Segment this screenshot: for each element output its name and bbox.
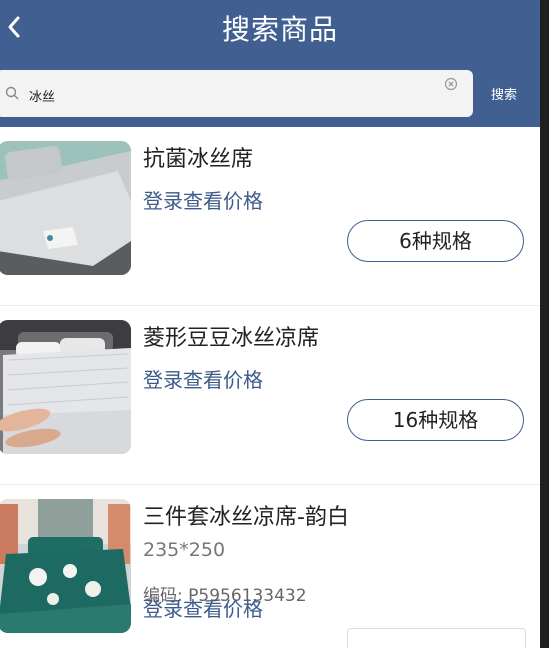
screen-edge bbox=[540, 0, 549, 648]
search-button[interactable]: 搜索 bbox=[480, 84, 528, 103]
top-bar: 搜索商品 冰丝 搜索 bbox=[0, 0, 540, 127]
product-item[interactable]: 菱形豆豆冰丝凉席 登录查看价格 16种规格 bbox=[0, 306, 540, 484]
login-price-link[interactable]: 登录查看价格 bbox=[143, 364, 263, 393]
page-title: 搜索商品 bbox=[221, 13, 338, 46]
product-name[interactable]: 抗菌冰丝席 bbox=[143, 141, 253, 173]
spec-button[interactable]: 6种规格 bbox=[347, 220, 524, 262]
quantity-stepper[interactable] bbox=[347, 628, 526, 648]
clear-icon[interactable] bbox=[444, 77, 458, 91]
product-name[interactable]: 三件套冰丝凉席-韵白 bbox=[143, 499, 349, 531]
spec-button[interactable]: 16种规格 bbox=[347, 399, 524, 441]
product-item[interactable]: 三件套冰丝凉席-韵白 235*250 编码: P5956133432 登录查看价… bbox=[0, 485, 540, 648]
screen: 搜索商品 冰丝 搜索 抗菌冰丝席 登录查看价格 6种规格 菱形豆豆冰丝凉席 登录… bbox=[0, 0, 540, 648]
search-input-value: 冰丝 bbox=[29, 90, 56, 105]
product-image[interactable] bbox=[0, 141, 131, 275]
product-item[interactable]: 抗菌冰丝席 登录查看价格 6种规格 bbox=[0, 127, 540, 305]
login-price-link[interactable]: 登录查看价格 bbox=[143, 593, 263, 622]
product-name[interactable]: 菱形豆豆冰丝凉席 bbox=[143, 320, 319, 352]
product-image[interactable] bbox=[0, 499, 131, 633]
product-size: 235*250 bbox=[143, 539, 226, 561]
search-icon bbox=[5, 86, 19, 100]
product-image[interactable] bbox=[0, 320, 131, 454]
search-input[interactable]: 冰丝 bbox=[0, 70, 473, 117]
login-price-link[interactable]: 登录查看价格 bbox=[143, 185, 263, 214]
